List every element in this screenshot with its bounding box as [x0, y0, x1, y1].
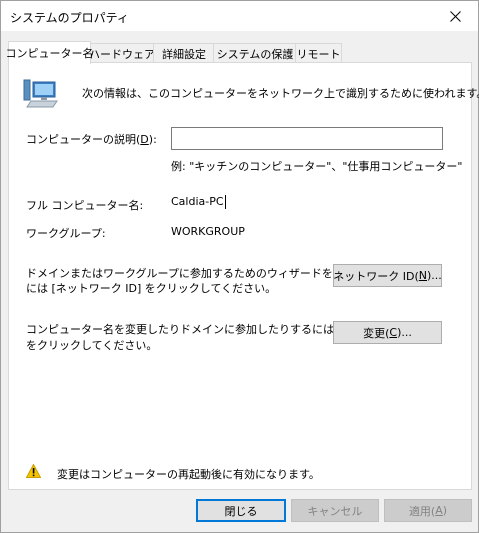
intro-text: 次の情報は、このコンピューターをネットワーク上で識別するために使われます。: [82, 87, 479, 100]
workgroup-label: ワークグループ:: [26, 227, 106, 240]
warning-icon: [26, 464, 41, 478]
example-text: 例: "キッチンのコンピューター"、"仕事用コンピューター": [171, 160, 463, 173]
tab-computer-name[interactable]: コンピューター名: [5, 41, 94, 64]
description-input[interactable]: [171, 127, 443, 150]
workgroup-value: WORKGROUP: [171, 225, 245, 238]
apply-button[interactable]: 適用(A): [384, 499, 472, 522]
title-bar[interactable]: システムのプロパティ: [1, 1, 478, 31]
system-properties-window: システムのプロパティ コンピューター名 ハードウェア 詳細設定 システムの保護 …: [0, 0, 479, 533]
tab-hardware[interactable]: ハードウェア: [89, 43, 155, 63]
tab-label: コンピューター名: [5, 47, 94, 60]
full-name-value[interactable]: Caldia-PC: [171, 195, 226, 209]
tab-remote[interactable]: リモート: [295, 43, 342, 63]
tab-label: システムの保護: [216, 47, 294, 61]
change-text-line1: コンピューター名を変更したりドメインに参加したりするには [変更]: [26, 323, 369, 336]
close-button[interactable]: 閉じる: [196, 499, 286, 522]
cancel-button[interactable]: キャンセル: [291, 499, 379, 522]
window-title: システムのプロパティ: [10, 11, 129, 25]
tab-advanced[interactable]: 詳細設定: [153, 43, 215, 63]
close-window-button[interactable]: [433, 1, 478, 31]
tab-label: リモート: [296, 47, 341, 61]
description-label: コンピューターの説明(D):: [26, 133, 157, 146]
tab-system-protection[interactable]: システムの保護: [213, 43, 297, 63]
change-button[interactable]: 変更(C)...: [333, 321, 442, 344]
tab-bar: コンピューター名 ハードウェア 詳細設定 システムの保護 リモート: [5, 41, 472, 64]
change-text-line2: をクリックしてください。: [26, 339, 158, 352]
tab-label: ハードウェア: [89, 47, 155, 61]
close-button-label: 閉じる: [224, 504, 258, 518]
close-icon: [450, 10, 461, 22]
network-id-button[interactable]: ネットワーク ID(N)...: [333, 264, 442, 287]
computer-icon: [23, 79, 58, 108]
computer-name-panel: 次の情報は、このコンピューターをネットワーク上で識別するために使われます。 コン…: [8, 62, 479, 490]
cancel-button-label: キャンセル: [307, 504, 363, 518]
warning-text: 変更はコンピューターの再起動後に有効になります。: [57, 468, 320, 481]
full-name-label: フル コンピューター名:: [26, 199, 144, 212]
network-id-text-line1: ドメインまたはワークグループに参加するためのウィザードを使用する: [26, 267, 377, 280]
network-id-text-line2: には [ネットワーク ID] をクリックしてください。: [26, 282, 277, 295]
text-cursor: [224, 195, 226, 209]
tab-label: 詳細設定: [162, 47, 206, 61]
